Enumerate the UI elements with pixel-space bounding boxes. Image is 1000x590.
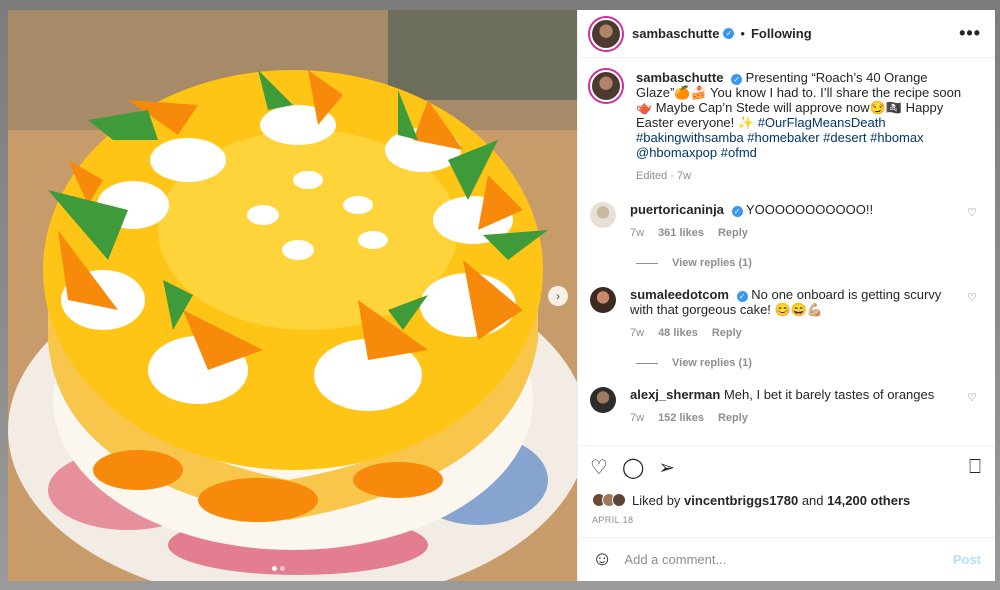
cake-photo — [8, 10, 577, 581]
caption: sambaschutte ✓ Presenting “Roach’s 40 Or… — [590, 70, 981, 182]
edited-label: Edited · 7w — [636, 170, 692, 182]
heart-icon[interactable]: ♡ — [967, 391, 977, 404]
post-header: sambaschutte ✓ • Following ••• — [578, 10, 995, 58]
comment-text: Meh, I bet it barely tastes of oranges — [723, 387, 935, 402]
avatar[interactable] — [590, 387, 616, 413]
avatar[interactable] — [590, 17, 622, 50]
add-comment-bar: ☺ Post — [578, 537, 995, 581]
header-username[interactable]: sambaschutte — [632, 26, 719, 41]
comment-username[interactable]: puertoricaninja — [630, 202, 724, 217]
reply-button[interactable]: Reply — [712, 327, 742, 339]
more-icon[interactable]: ••• — [959, 23, 981, 44]
separator: • — [740, 26, 745, 41]
likes-middle: and — [801, 492, 824, 508]
comment-time[interactable]: 7w — [630, 412, 644, 424]
reply-button[interactable]: Reply — [718, 227, 748, 239]
bookmark-icon[interactable]: ⎕ — [969, 456, 981, 479]
verified-icon: ✓ — [723, 28, 735, 39]
comment-text: YOOOOOOOOOOO!! — [745, 202, 874, 217]
action-bar: ♡ ◯ ➢ ⎕ — [578, 445, 995, 489]
heart-icon[interactable]: ♡ — [967, 206, 977, 219]
post-date: APRIL 18 — [592, 515, 634, 525]
comment-likes[interactable]: 152 likes — [658, 412, 704, 424]
comment-time[interactable]: 7w — [630, 327, 644, 339]
likes-prefix: Liked by — [632, 492, 681, 508]
post-modal: › sambaschutte ✓ • Following ••• sambasc… — [8, 10, 995, 581]
avatar[interactable] — [590, 287, 616, 313]
post-sidebar: sambaschutte ✓ • Following ••• sambaschu… — [577, 10, 995, 581]
emoji-icon[interactable]: ☺ — [592, 548, 612, 571]
likes-summary: Liked by vincentbriggs1780 and 14,200 ot… — [578, 489, 995, 511]
next-photo-button[interactable]: › — [548, 286, 568, 306]
avatar[interactable] — [590, 202, 616, 228]
comment-time[interactable]: 7w — [630, 227, 644, 239]
avatar[interactable] — [590, 70, 622, 102]
share-icon[interactable]: ➢ — [658, 455, 675, 480]
comment-likes[interactable]: 361 likes — [658, 227, 704, 239]
comments-list[interactable]: sambaschutte ✓ Presenting “Roach’s 40 Or… — [578, 58, 995, 445]
heart-icon[interactable]: ♡ — [967, 291, 977, 304]
post-button[interactable]: Post — [953, 552, 981, 567]
comment-input[interactable] — [624, 552, 953, 567]
comment-row: puertoricaninja ✓ YOOOOOOOOOOO!! 7w 361 l… — [590, 202, 981, 239]
verified-icon: ✓ — [731, 206, 743, 217]
view-replies[interactable]: View replies (1) — [636, 357, 981, 369]
avatar — [612, 493, 626, 507]
caption-username[interactable]: sambaschutte — [636, 70, 723, 85]
likes-count[interactable]: 14,200 others — [827, 493, 910, 508]
comment-username[interactable]: sumaleedotcom — [630, 287, 729, 302]
comment-likes[interactable]: 48 likes — [658, 327, 698, 339]
following-button[interactable]: Following — [751, 26, 812, 41]
comment-icon[interactable]: ◯ — [622, 455, 644, 480]
heart-icon[interactable]: ♡ — [590, 455, 608, 480]
verified-icon: ✓ — [731, 74, 743, 85]
verified-icon: ✓ — [736, 291, 748, 302]
comment-row: sumaleedotcom ✓ No one onboard is gettin… — [590, 287, 981, 339]
post-photo[interactable]: › — [8, 10, 577, 581]
view-replies[interactable]: View replies (1) — [636, 257, 981, 269]
likes-user[interactable]: vincentbriggs1780 — [684, 493, 798, 508]
reply-button[interactable]: Reply — [718, 412, 748, 424]
chevron-right-icon: › — [556, 289, 560, 303]
comment-row: alexj_sherman Meh, I bet it barely taste… — [590, 387, 981, 424]
comment-username[interactable]: alexj_sherman — [630, 387, 720, 402]
carousel-dots — [272, 566, 285, 571]
